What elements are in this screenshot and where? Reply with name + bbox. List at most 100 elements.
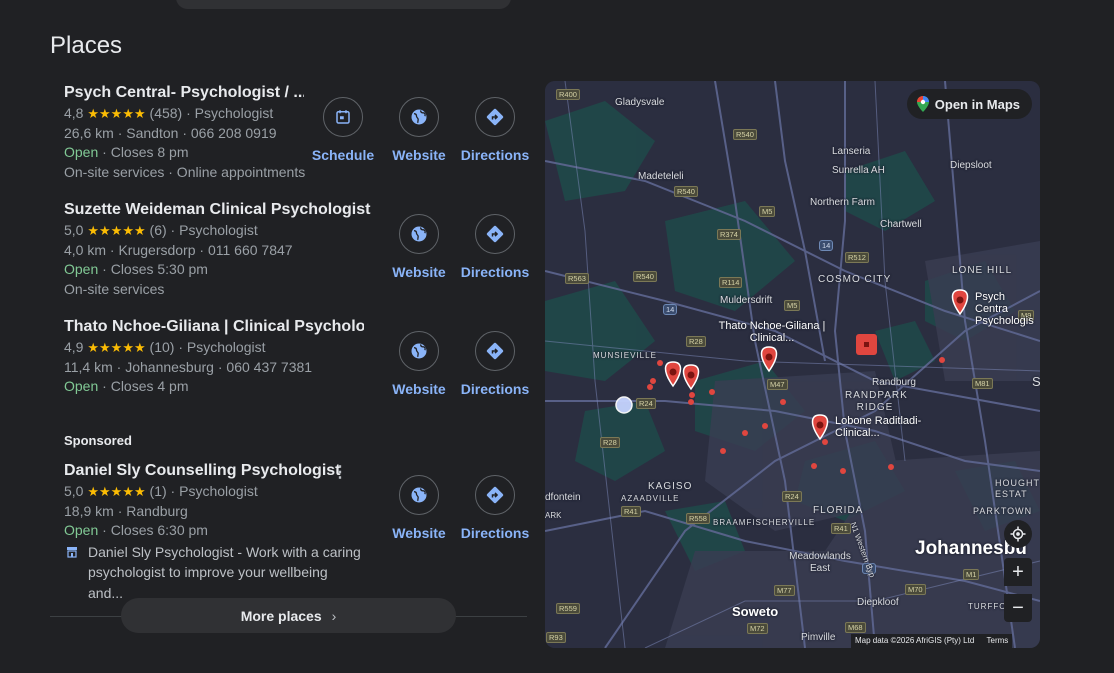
map-view[interactable]: R400 R540 R540 R374 M5 R114 R563 R540 R5… bbox=[545, 81, 1040, 648]
road-shield: M70 bbox=[905, 584, 926, 595]
place-title[interactable]: Thato Nchoe-Giliana | Clinical Psycholo.… bbox=[64, 316, 364, 338]
map-label: PARKTOWN bbox=[973, 506, 1033, 516]
zoom-in-button[interactable]: + bbox=[1004, 558, 1032, 586]
open-in-maps-button[interactable]: Open in Maps bbox=[906, 89, 1032, 119]
target-icon bbox=[1010, 526, 1026, 542]
pin-label-thato[interactable]: Thato Nchoe-Giliana | Clinical... bbox=[717, 320, 827, 344]
directions-icon bbox=[486, 225, 504, 243]
area: Sandton bbox=[126, 124, 179, 141]
directions-icon bbox=[486, 108, 504, 126]
place-card-suzette[interactable]: Suzette Weideman Clinical Psychologist 5… bbox=[64, 199, 534, 299]
my-location-button[interactable] bbox=[1004, 520, 1032, 548]
road-shield: R41 bbox=[621, 506, 641, 517]
chevron-right-icon: › bbox=[331, 607, 337, 624]
category: Psychologist bbox=[179, 483, 258, 499]
map-label: TURFFO bbox=[968, 602, 1007, 611]
website-label: Website bbox=[392, 264, 446, 280]
road-shield: 14 bbox=[819, 240, 834, 251]
closing-time: Closes 6:30 pm bbox=[110, 522, 208, 538]
map-label: Northern Farm bbox=[810, 197, 876, 208]
map-label: Diepsloot bbox=[950, 160, 992, 171]
services-line: On-site services · Online appointments bbox=[64, 163, 306, 180]
rating-value: 5,0 bbox=[64, 483, 84, 499]
directions-button[interactable]: Directions bbox=[457, 331, 533, 397]
directions-icon bbox=[486, 486, 504, 504]
directions-button[interactable]: Directions bbox=[457, 97, 533, 163]
place-card-thato[interactable]: Thato Nchoe-Giliana | Clinical Psycholo.… bbox=[64, 316, 534, 397]
website-label: Website bbox=[392, 525, 446, 541]
rating-value: 5,0 bbox=[64, 222, 84, 238]
more-options-icon[interactable]: ⋮ bbox=[332, 462, 348, 482]
road-shield: R24 bbox=[636, 398, 656, 409]
map-label: Lanseria bbox=[832, 146, 871, 157]
pin-label-psych-central[interactable]: Psych Centra Psychologis bbox=[975, 291, 1040, 327]
review-count: (1) bbox=[149, 483, 167, 499]
attribution-text: Map data ©2026 AfriGIS (Pty) Ltd bbox=[855, 636, 975, 645]
map-label: Meadowlands East bbox=[789, 551, 851, 574]
search-bar-remnant bbox=[176, 0, 511, 9]
map-label: Pimville bbox=[801, 632, 836, 643]
map-label: dfontein bbox=[545, 492, 581, 503]
places-heading: Places bbox=[50, 32, 123, 59]
pin-label-lobone[interactable]: Lobone Raditladi-Clinical... bbox=[835, 415, 935, 439]
map-label: Sunrella AH bbox=[832, 165, 885, 176]
map-label: Gladysvale bbox=[615, 97, 665, 108]
directions-icon bbox=[486, 342, 504, 360]
map-label: BRAAMFISCHERVILLE bbox=[713, 518, 816, 527]
storefront-icon bbox=[67, 546, 77, 558]
map-label: FLORIDA bbox=[813, 505, 864, 516]
zoom-out-button[interactable]: − bbox=[1004, 594, 1032, 622]
closing-time: Closes 8 pm bbox=[110, 144, 189, 160]
map-label: Madeteleli bbox=[638, 171, 684, 182]
globe-icon bbox=[411, 343, 427, 359]
road-shield: M72 bbox=[747, 623, 768, 634]
review-count: (6) bbox=[149, 222, 167, 238]
map-label: Muldersdrift bbox=[720, 295, 773, 306]
place-title[interactable]: Psych Central- Psychologist / ... bbox=[64, 82, 304, 104]
road-shield: M68 bbox=[845, 622, 866, 633]
schedule-button[interactable]: Schedule bbox=[305, 97, 381, 163]
road-shield: R540 bbox=[733, 129, 757, 140]
road-shield: M5 bbox=[759, 206, 776, 217]
road-shield: R24 bbox=[782, 491, 802, 502]
stars-icon: ★★★★★ bbox=[87, 223, 146, 238]
area: Johannesburg bbox=[125, 358, 214, 375]
website-button[interactable]: Website bbox=[381, 214, 457, 280]
phone: 011 660 7847 bbox=[207, 241, 293, 258]
road-shield: 14 bbox=[663, 304, 678, 315]
directions-label: Directions bbox=[460, 381, 530, 397]
website-button[interactable]: Website bbox=[381, 97, 457, 163]
map-label: LONE HILL bbox=[952, 265, 1013, 276]
website-button[interactable]: Website bbox=[381, 475, 457, 541]
place-actions: Website Directions bbox=[381, 214, 533, 280]
directions-label: Directions bbox=[460, 147, 530, 163]
terms-link[interactable]: Terms bbox=[987, 636, 1009, 645]
stars-icon: ★★★★★ bbox=[87, 106, 146, 121]
map-label: Chartwell bbox=[880, 219, 922, 230]
open-status: Open bbox=[64, 378, 99, 394]
globe-icon bbox=[411, 109, 427, 125]
directions-label: Directions bbox=[460, 525, 530, 541]
place-card-daniel-sly[interactable]: Daniel Sly Counselling Psychologist ⋮ 5,… bbox=[64, 460, 534, 603]
map-label: AZAADVILLE bbox=[621, 494, 680, 503]
map-label: Soweto bbox=[732, 604, 779, 619]
map-label: MUNSIEVILLE bbox=[593, 351, 657, 360]
place-card-psych-central[interactable]: Psych Central- Psychologist / ... 4,8 ★★… bbox=[64, 82, 534, 182]
rating-value: 4,8 bbox=[64, 105, 84, 121]
phone: 066 208 0919 bbox=[190, 124, 277, 141]
category: Psychologist bbox=[194, 105, 274, 121]
road-shield: R114 bbox=[719, 277, 743, 288]
map-label: Diepkloof bbox=[857, 597, 899, 608]
more-places-button[interactable]: More places › bbox=[121, 598, 456, 633]
place-actions: Schedule Website Directions bbox=[305, 97, 533, 163]
road-shield: M47 bbox=[767, 379, 788, 390]
calendar-icon bbox=[336, 110, 350, 124]
directions-button[interactable]: Directions bbox=[457, 475, 533, 541]
rating-value: 4,9 bbox=[64, 339, 84, 355]
open-in-maps-label: Open in Maps bbox=[934, 96, 1020, 112]
sponsored-label: Sponsored bbox=[64, 433, 132, 448]
directions-button[interactable]: Directions bbox=[457, 214, 533, 280]
closing-time: Closes 5:30 pm bbox=[110, 261, 208, 277]
website-button[interactable]: Website bbox=[381, 331, 457, 397]
road-shield: M1 bbox=[963, 569, 980, 580]
